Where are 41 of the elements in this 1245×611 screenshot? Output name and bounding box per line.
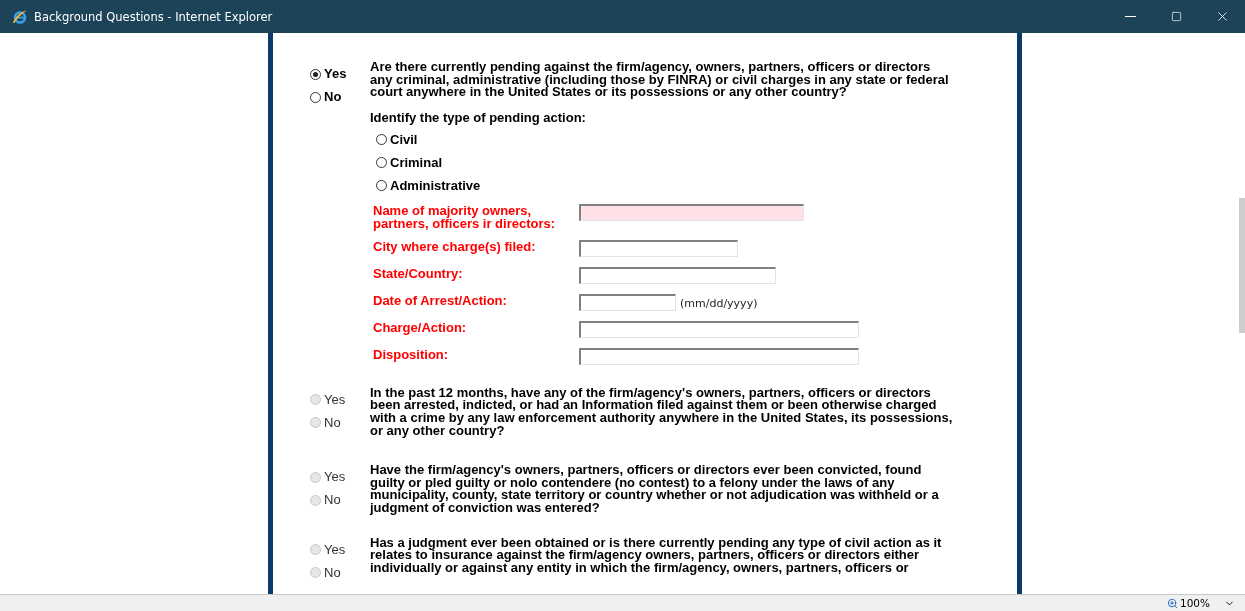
zoom-button[interactable]: 100% [1166, 597, 1210, 609]
section-prompt: Identify the type of pending action: [370, 109, 587, 125]
question-text: In the past 12 months, have any of the firm/agency's owners, partners, officers or directors been arrested, indicted, or had an Information filed against them or been otherwise charged with a crime by any law enforcement authority anywhere in the United States, its possessions, or any other country? [370, 386, 954, 438]
radio-button[interactable] [376, 134, 387, 146]
question-text: Have the firm/agency's owners, partners, officers or directors ever been convicted, found guilty or pled guilty or nolo contendere (no contest) to a felony under the laws of any municipality, county, state territory or country whether or not adjudication was withheld or a judgment of conviction was entered? [370, 464, 940, 515]
question-text: Has a judgment ever been obtained or is there currently pending any type of civil action as it relates to insurance against the firm/agency owners, partners, officers or directors either individually or against any entity in which the firm/agency, owners, partners, officers or [370, 536, 943, 575]
window-title: Background Questions - Internet Explorer [34, 9, 274, 24]
input-field[interactable] [579, 320, 859, 338]
field-hint: (mm/dd/yyyy) [680, 296, 758, 310]
radio-button[interactable] [310, 91, 321, 103]
browser-logo-icon [12, 8, 28, 25]
option-label: Administrative [390, 178, 481, 193]
radio-button[interactable] [310, 68, 321, 80]
radio-button[interactable] [376, 180, 387, 192]
maximize-icon [1170, 11, 1182, 22]
field-label: Name of majority owners, partners, officers ir directors: [373, 203, 557, 230]
input-field[interactable] [579, 293, 676, 311]
scroll-thumb[interactable] [1239, 198, 1245, 333]
field-label: Disposition: [373, 347, 450, 361]
field-label: Charge/Action: [373, 320, 468, 334]
option-label: Civil [390, 132, 418, 147]
option-label: No [324, 493, 341, 508]
minimize-icon [1124, 16, 1136, 17]
question-text: Are there currently pending against the firm/agency, owners, partners, officers or directors any criminal, administrative (including those by FINRA) or civil charges in any state or federal court anywhere in the United States or its possessions or any other country? [370, 61, 950, 99]
option-label: No [324, 565, 341, 580]
field-label: State/Country: [373, 266, 464, 280]
field-label: Date of Arrest/Action: [373, 293, 508, 307]
input-field[interactable] [579, 266, 776, 284]
option-label: Yes [324, 392, 346, 407]
option-label: No [324, 90, 342, 104]
input-field[interactable] [579, 203, 804, 221]
input-field[interactable] [579, 347, 859, 365]
radio-button[interactable] [376, 157, 387, 169]
field-label: City where charge(s) filed: [373, 239, 537, 253]
option-label: Yes [324, 67, 347, 81]
zoom-icon [1166, 597, 1178, 609]
option-label: Criminal [390, 155, 442, 170]
option-label: No [324, 415, 341, 430]
option-label: Yes [324, 542, 346, 557]
input-field[interactable] [579, 239, 738, 257]
option-label: Yes [324, 470, 346, 485]
